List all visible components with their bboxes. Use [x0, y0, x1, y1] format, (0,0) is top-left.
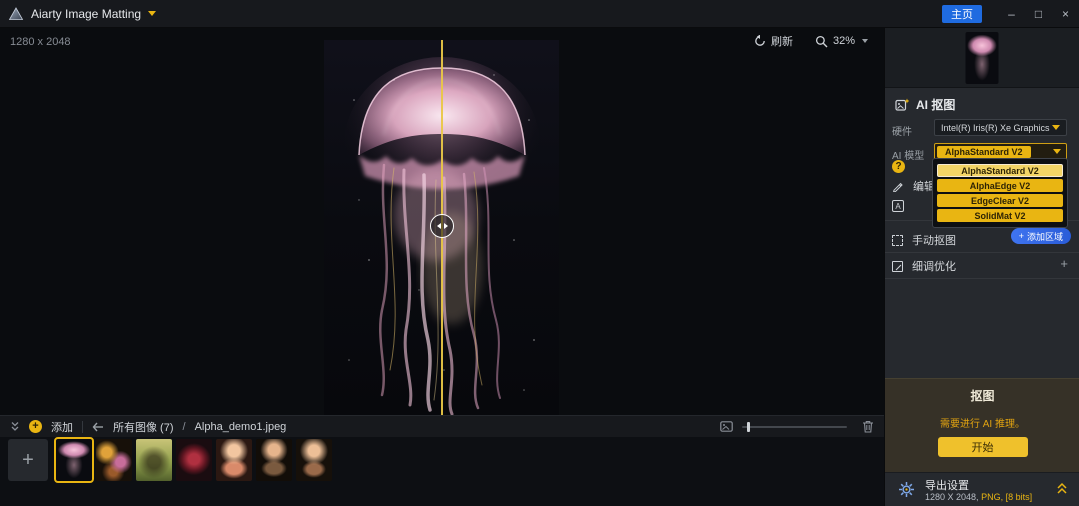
- close-button[interactable]: ×: [1052, 0, 1079, 28]
- fine-tune-expand-icon[interactable]: +: [1060, 256, 1068, 271]
- manual-matting-label: 手动抠图: [912, 235, 956, 247]
- section-ai-matting-header: AI 抠图: [895, 96, 955, 113]
- dropdown-option-edgeclear[interactable]: EdgeClear V2: [937, 194, 1063, 207]
- filmstrip: +: [0, 437, 884, 506]
- breadcrumb-all-images[interactable]: 所有图像 (7): [113, 419, 174, 435]
- hardware-chevron-icon: [1052, 125, 1060, 130]
- zoom-chevron-icon: [862, 39, 868, 43]
- hardware-select[interactable]: Intel(R) Iris(R) Xe Graphics: [934, 119, 1067, 136]
- compare-slider-handle[interactable]: [430, 214, 454, 238]
- slider-left-arrow-icon: [436, 223, 441, 229]
- fine-tune-label: 细调优化: [912, 261, 956, 273]
- ai-model-value: AlphaStandard V2: [937, 145, 1031, 158]
- manual-matting-row[interactable]: 手动抠图: [892, 232, 956, 248]
- breadcrumb-separator: /: [182, 420, 186, 433]
- maximize-button[interactable]: □: [1025, 0, 1052, 28]
- export-settings-label: 导出设置: [925, 480, 969, 492]
- hardware-value: Intel(R) Iris(R) Xe Graphics: [941, 122, 1050, 133]
- matting-action-box: 抠图 需要进行 AI 推理。 开始: [885, 378, 1079, 472]
- back-arrow-icon[interactable]: [92, 422, 104, 432]
- ai-image-icon: [895, 98, 909, 112]
- start-button[interactable]: 开始: [937, 437, 1028, 457]
- thumbnail-portrait-1[interactable]: [256, 439, 292, 481]
- right-panel: AI 抠图 硬件 Intel(R) Iris(R) Xe Graphics AI…: [884, 28, 1079, 506]
- app-title: Aiarty Image Matting: [31, 6, 142, 21]
- reset-button[interactable]: 刷新: [754, 33, 793, 49]
- export-detail: 1280 X 2048, PNG, [8 bits]: [925, 492, 1032, 502]
- matting-box-message: 需要进行 AI 推理。: [939, 419, 1025, 430]
- breadcrumb-current-file: Alpha_demo1.jpeg: [194, 420, 287, 433]
- canvas-area: 1280 x 2048 刷新 32%: [0, 28, 884, 415]
- filmstrip-toolbar: + 添加 所有图像 (7) / Alpha_demo1.jpeg: [0, 415, 884, 437]
- delete-image-icon[interactable]: [862, 420, 874, 433]
- collapse-filmstrip-icon[interactable]: [10, 421, 20, 432]
- ai-text-tool-row[interactable]: [892, 200, 904, 212]
- add-image-label[interactable]: 添加: [51, 419, 73, 435]
- help-icon[interactable]: ?: [892, 160, 905, 173]
- slider-right-arrow-icon: [443, 223, 448, 229]
- fine-tune-icon: [892, 260, 903, 272]
- export-format-text: PNG, [8 bits]: [981, 492, 1033, 502]
- edit-section-row[interactable]: 编辑: [892, 178, 935, 194]
- reset-label: 刷新: [770, 36, 793, 48]
- add-region-label: 添加区域: [1026, 231, 1063, 242]
- app-logo-icon: [8, 6, 24, 22]
- thumbnail-size-slider-handle[interactable]: [747, 421, 750, 432]
- app-window: Aiarty Image Matting 主页 – □ × 1280 x 204…: [0, 0, 1079, 506]
- refresh-icon: [754, 35, 766, 47]
- add-region-button[interactable]: + 添加区域: [1010, 228, 1071, 244]
- export-gear-icon: [898, 481, 915, 498]
- minimize-button[interactable]: –: [998, 0, 1025, 28]
- hardware-label: 硬件: [892, 127, 912, 138]
- thumbnail-flowers[interactable]: [96, 439, 132, 481]
- ai-text-icon: [892, 200, 904, 212]
- dropdown-option-alphastandard[interactable]: AlphaStandard V2: [937, 164, 1063, 177]
- thumbnail-red-dress[interactable]: [176, 439, 212, 481]
- add-image-icon[interactable]: +: [29, 420, 42, 433]
- matting-box-title: 抠图: [970, 389, 995, 403]
- zoom-control[interactable]: 32%: [815, 35, 868, 48]
- ai-section-title: AI 抠图: [916, 98, 956, 112]
- export-size-text: 1280 X 2048,: [925, 492, 979, 502]
- home-button[interactable]: 主页: [942, 4, 982, 23]
- edit-pen-icon: [892, 180, 904, 192]
- thumbnail-size-slider[interactable]: [742, 421, 847, 432]
- thumbnail-jellyfish[interactable]: [54, 437, 94, 483]
- image-dimensions-label: 1280 x 2048: [10, 36, 71, 48]
- ai-model-chevron-icon: [1053, 149, 1061, 154]
- expand-export-icon[interactable]: [1056, 482, 1068, 495]
- magnifier-icon: [815, 35, 828, 48]
- app-menu-chevron-icon[interactable]: [148, 11, 157, 16]
- thumbnail-bicycle[interactable]: [136, 439, 172, 481]
- zoom-value: 32%: [832, 35, 855, 47]
- ai-model-dropdown: AlphaStandard V2 AlphaEdge V2 EdgeClear …: [932, 158, 1068, 228]
- title-bar: Aiarty Image Matting 主页 – □ ×: [0, 0, 1079, 28]
- thumbnail-portrait-2[interactable]: [296, 439, 332, 481]
- canvas-toolbar: 刷新 32%: [754, 33, 868, 49]
- export-settings-row[interactable]: 导出设置 1280 X 2048, PNG, [8 bits]: [885, 472, 1079, 506]
- manual-selection-icon: [892, 234, 903, 246]
- dropdown-option-solidmat[interactable]: SolidMat V2: [937, 209, 1063, 222]
- dropdown-option-alphaedge[interactable]: AlphaEdge V2: [937, 179, 1063, 192]
- thumbnail-size-icon: [720, 421, 733, 432]
- thumbnail-bouquet[interactable]: [216, 439, 252, 481]
- add-region-plus-icon: +: [1018, 231, 1024, 241]
- preview-thumbnail-jellyfish[interactable]: [965, 32, 999, 84]
- toolbar-divider: [82, 420, 83, 433]
- add-image-tile[interactable]: +: [8, 439, 48, 481]
- fine-tune-row[interactable]: 细调优化: [892, 258, 956, 274]
- preview-strip: [885, 28, 1079, 88]
